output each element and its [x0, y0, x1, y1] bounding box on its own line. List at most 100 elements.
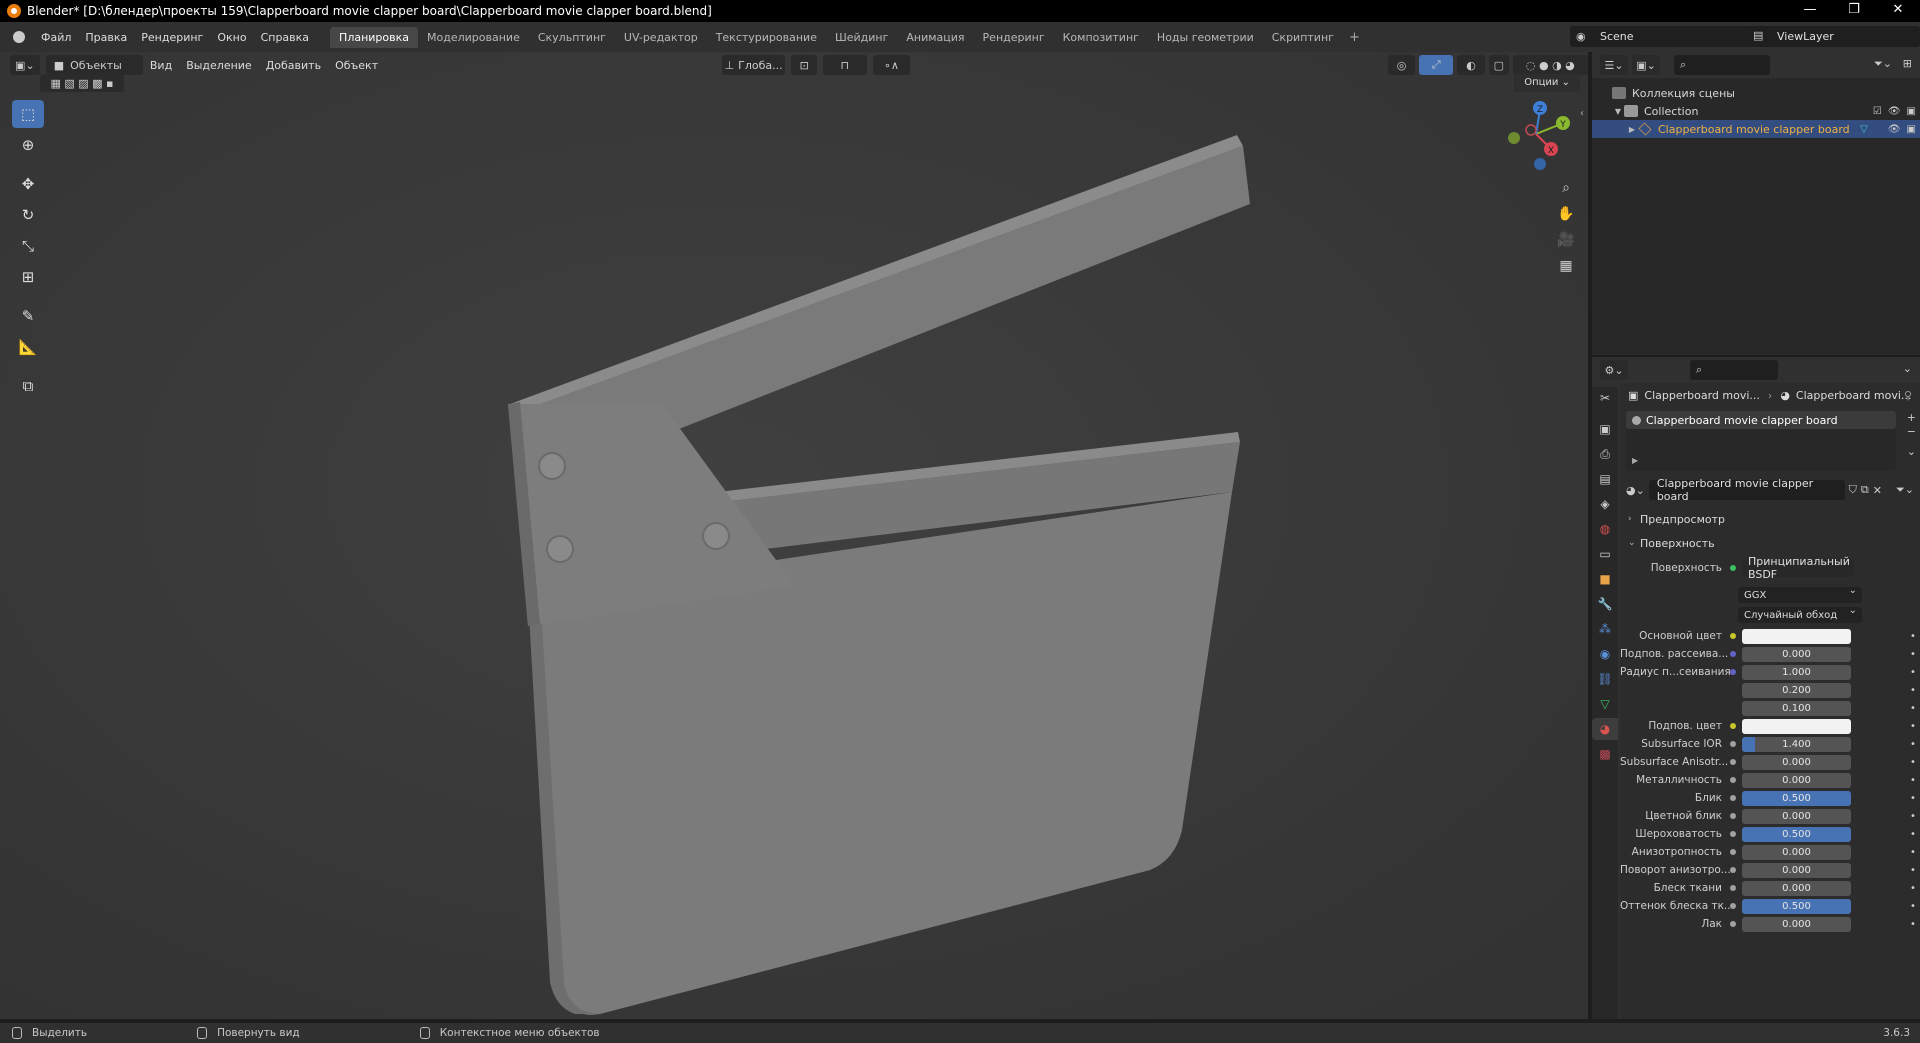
tab-sculpting[interactable]: Скульптинг	[529, 27, 615, 48]
material-browse-icon[interactable]: ◕⌄	[1626, 484, 1645, 497]
outliner-search-input[interactable]: ⌕	[1674, 55, 1770, 75]
tab-modeling[interactable]: Моделирование	[418, 27, 529, 48]
display-mode-icon[interactable]: ▣⌄	[1632, 55, 1660, 75]
pan-hand-icon[interactable]: ✋	[1553, 201, 1579, 227]
tool-tab-icon[interactable]: ✂	[1592, 387, 1618, 409]
value-slider[interactable]: 0.200	[1742, 682, 1851, 698]
input-socket-icon[interactable]	[1730, 741, 1736, 747]
keyframe-dot-icon[interactable]: •	[1906, 667, 1920, 678]
material-tab-icon[interactable]: ◕	[1592, 718, 1618, 740]
cursor-tool-icon[interactable]: ⊕	[12, 131, 44, 159]
editor-type-button[interactable]: ▣⌄	[10, 55, 40, 75]
slot-specials-button[interactable]: ⌄	[1907, 445, 1916, 458]
xray-icon[interactable]: ▢	[1488, 55, 1509, 75]
input-socket-icon[interactable]	[1730, 903, 1736, 909]
select-box-tool-icon[interactable]: ⬚	[12, 100, 44, 128]
remove-slot-button[interactable]: −	[1907, 425, 1916, 438]
annotate-tool-icon[interactable]: ✎	[12, 302, 44, 330]
input-socket-icon[interactable]	[1730, 921, 1736, 927]
pivot-point-icon[interactable]: ⊡	[791, 55, 818, 75]
link-icon[interactable]: ⏷⌄	[1896, 483, 1914, 497]
tab-rendering[interactable]: Рендеринг	[974, 27, 1054, 48]
rotate-tool-icon[interactable]: ↻	[12, 201, 44, 229]
measure-tool-icon[interactable]: 📐	[12, 333, 44, 361]
subsurface-method-dropdown[interactable]: Случайный обход	[1738, 605, 1862, 623]
material-slot-item[interactable]: Clapperboard movie clapper board	[1626, 411, 1896, 429]
snap-icon[interactable]: ⊓	[823, 55, 867, 75]
expand-arrow-icon[interactable]: ▼	[1612, 107, 1624, 116]
blender-menu-icon[interactable]	[8, 26, 30, 48]
outliner-row-clapperboard[interactable]: ▶ Clapperboard movie clapper board ▽ 👁 ▣	[1592, 120, 1920, 138]
camera-icon[interactable]: ▣	[1907, 124, 1916, 135]
outliner-row-collection[interactable]: ▼ Collection ☑ 👁 ▣	[1592, 102, 1920, 120]
keyframe-dot-icon[interactable]: •	[1906, 829, 1920, 840]
menu-edit[interactable]: Правка	[78, 31, 134, 44]
menu-object[interactable]: Объект	[328, 59, 385, 72]
value-slider[interactable]: 0.000	[1742, 916, 1851, 932]
tab-layout[interactable]: Планировка	[330, 26, 419, 48]
input-socket-icon[interactable]	[1730, 651, 1736, 657]
panel-preview-header[interactable]: › Предпросмотр	[1620, 509, 1920, 529]
menu-window[interactable]: Окно	[210, 31, 253, 44]
keyframe-dot-icon[interactable]: •	[1906, 775, 1920, 786]
exclude-checkbox-icon[interactable]: ☑	[1873, 106, 1882, 117]
menu-select[interactable]: Выделение	[179, 59, 259, 72]
world-tab-icon[interactable]: ◍	[1592, 518, 1618, 540]
input-socket-icon[interactable]	[1730, 669, 1736, 675]
value-slider[interactable]: 1.000	[1742, 664, 1851, 680]
tab-geometry-nodes[interactable]: Ноды геометрии	[1148, 27, 1263, 48]
keyframe-dot-icon[interactable]: •	[1906, 793, 1920, 804]
filter-icon[interactable]: ⏷⌄	[1874, 57, 1892, 71]
menu-file[interactable]: Файл	[34, 31, 78, 44]
add-workspace-button[interactable]: +	[1343, 30, 1366, 45]
input-socket-icon[interactable]	[1730, 705, 1736, 711]
transform-orientation-selector[interactable]: ⊥ Глоба...	[721, 55, 786, 75]
keyframe-dot-icon[interactable]: •	[1906, 703, 1920, 714]
tab-shading[interactable]: Шейдинг	[826, 27, 897, 48]
input-socket-icon[interactable]	[1730, 777, 1736, 783]
keyframe-dot-icon[interactable]: •	[1906, 811, 1920, 822]
tab-compositing[interactable]: Композитинг	[1054, 27, 1148, 48]
value-slider[interactable]: 0.000	[1742, 862, 1851, 878]
keyframe-dot-icon[interactable]: •	[1906, 883, 1920, 894]
keyframe-dot-icon[interactable]: •	[1906, 739, 1920, 750]
shader-socket-icon[interactable]	[1730, 565, 1736, 571]
close-button[interactable]: ✕	[1876, 0, 1920, 22]
zoom-icon[interactable]: ⌕	[1553, 175, 1579, 201]
options-dropdown[interactable]: Опции ⌄	[1514, 74, 1580, 92]
keyframe-dot-icon[interactable]: •	[1906, 649, 1920, 660]
overlays-icon[interactable]: ◐	[1457, 55, 1485, 75]
value-slider[interactable]: 0.500	[1742, 790, 1851, 806]
menu-add[interactable]: Добавить	[259, 59, 328, 72]
material-name-field[interactable]: Clapperboard movie clapper board	[1648, 477, 1845, 503]
camera-view-icon[interactable]: 🎥	[1553, 227, 1579, 253]
keyframe-dot-icon[interactable]: •	[1906, 631, 1920, 642]
value-slider[interactable]: 1.400	[1742, 736, 1851, 752]
particles-tab-icon[interactable]: ⁂	[1592, 618, 1618, 640]
keyframe-dot-icon[interactable]: •	[1906, 865, 1920, 876]
keyframe-dot-icon[interactable]: •	[1906, 919, 1920, 930]
input-socket-icon[interactable]	[1730, 831, 1736, 837]
input-socket-icon[interactable]	[1730, 849, 1736, 855]
input-socket-icon[interactable]	[1730, 795, 1736, 801]
slot-list-expand-icon[interactable]: ▶	[1632, 456, 1638, 465]
eye-icon[interactable]: 👁	[1888, 124, 1901, 135]
object-tab-icon[interactable]: ■	[1592, 568, 1618, 590]
data-tab-icon[interactable]: ▽	[1592, 693, 1618, 715]
select-mode-buttons[interactable]: ▦ ▧ ▨ ▩ ▪	[40, 74, 124, 92]
maximize-button[interactable]: ❐	[1832, 0, 1876, 22]
view-layer-tab-icon[interactable]: ▤	[1592, 468, 1618, 490]
value-slider[interactable]: 0.000	[1742, 646, 1851, 662]
value-slider[interactable]: 0.000	[1742, 772, 1851, 788]
properties-search-input[interactable]: ⌕	[1690, 360, 1778, 380]
menu-help[interactable]: Справка	[254, 31, 316, 44]
scale-tool-icon[interactable]: ⤡	[12, 232, 44, 260]
move-tool-icon[interactable]: ✥	[12, 170, 44, 198]
3d-viewport[interactable]: ▣⌄ ■ Объекты Вид Выделение Добавить Объе…	[0, 52, 1588, 1019]
distribution-dropdown[interactable]: GGX	[1738, 585, 1862, 603]
add-cube-tool-icon[interactable]: ⧉	[12, 372, 44, 400]
color-swatch[interactable]	[1742, 718, 1851, 734]
material-slot-list[interactable]: Clapperboard movie clapper board ▶ + − ⌄	[1626, 411, 1916, 471]
visibility-icon[interactable]: ◎	[1387, 55, 1416, 75]
value-slider[interactable]: 0.500	[1742, 898, 1851, 914]
